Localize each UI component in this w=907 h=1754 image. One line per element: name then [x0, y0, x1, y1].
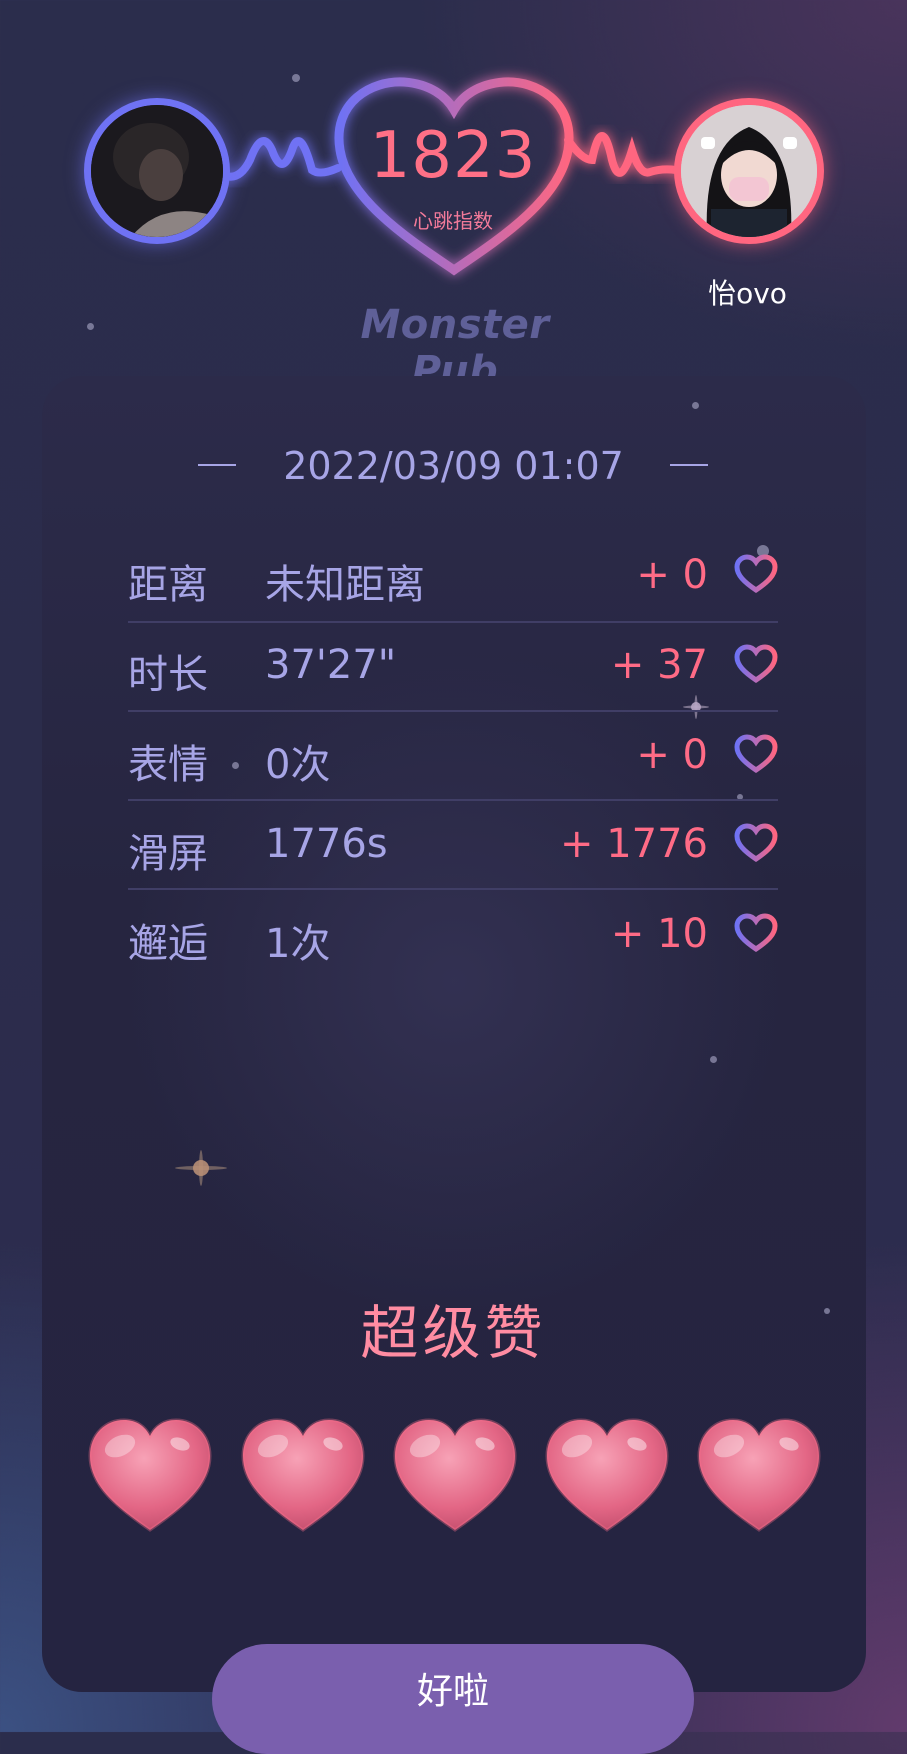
stat-value: 1776s	[265, 821, 388, 867]
heart-outline-icon	[734, 644, 778, 684]
masked-girl-image	[681, 105, 817, 237]
right-username: 怡ovo	[708, 277, 787, 310]
stat-value: 0次	[265, 742, 331, 788]
stat-row-distance: 距离 未知距离 + 0	[128, 552, 778, 642]
row-divider	[128, 710, 778, 712]
stat-score: + 1776	[559, 821, 708, 867]
stat-score: + 10	[610, 911, 708, 957]
stat-row-swipe: 滑屏 1776s + 1776	[128, 821, 778, 911]
left-user-avatar[interactable]	[84, 98, 230, 244]
stat-label: 表情	[128, 742, 208, 788]
stat-score: + 0	[636, 732, 708, 778]
row-divider	[128, 621, 778, 623]
stat-label: 邂逅	[128, 921, 208, 967]
glossy-heart-icon	[697, 1418, 821, 1532]
decor-star	[692, 402, 699, 409]
stat-score: + 0	[636, 552, 708, 598]
row-divider	[128, 799, 778, 801]
stat-value: 未知距离	[265, 562, 425, 608]
stat-label: 距离	[128, 562, 208, 608]
right-user-avatar[interactable]	[674, 98, 824, 244]
heart-outline-icon	[734, 913, 778, 953]
stat-label: 滑屏	[128, 831, 208, 877]
row-divider	[128, 888, 778, 890]
sparkle-icon	[175, 1150, 227, 1186]
decor-star	[710, 1056, 717, 1063]
left-heartbeat-wave	[222, 137, 342, 181]
decor-star	[87, 323, 94, 330]
glossy-heart-icon	[241, 1418, 365, 1532]
decor-star	[292, 74, 300, 82]
heartbeat-score: 1823	[369, 119, 537, 193]
heart-outline-icon	[734, 734, 778, 774]
date-dash-right	[670, 464, 708, 466]
heartbeat-score-label: 心跳指数	[413, 209, 493, 233]
ok-button[interactable]: 好啦	[212, 1644, 694, 1754]
stat-label: 时长	[128, 652, 208, 698]
heart-outline-icon	[734, 554, 778, 594]
stat-value: 37'27"	[265, 642, 397, 688]
stat-value: 1次	[265, 921, 331, 967]
heart-outline-icon	[734, 823, 778, 863]
dark-portrait-image	[91, 105, 223, 237]
match-datetime: 2022/03/09 01:07	[283, 444, 624, 488]
stat-score: + 37	[610, 642, 708, 688]
glossy-heart-icon	[393, 1418, 517, 1532]
rating-title: 超级赞	[360, 1299, 547, 1367]
stat-row-duration: 时长 37'27" + 37	[128, 642, 778, 732]
right-heartbeat-wave	[564, 132, 680, 177]
glossy-heart-icon	[545, 1418, 669, 1532]
stat-row-encounter: 邂逅 1次 + 10	[128, 911, 778, 1001]
glossy-heart-icon	[88, 1418, 212, 1532]
stat-row-emoji: 表情 0次 + 0	[128, 732, 778, 822]
